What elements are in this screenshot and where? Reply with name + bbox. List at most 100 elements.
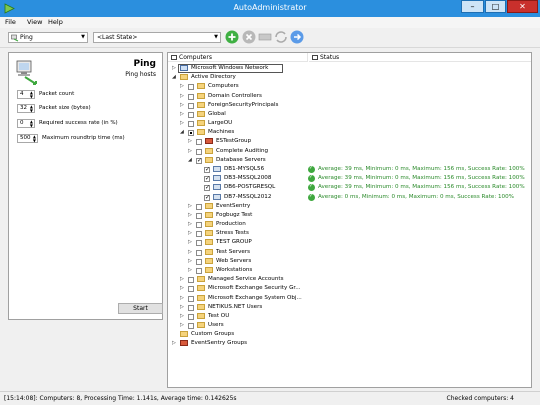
state-select[interactable]: <Last State> ▼ (93, 32, 221, 43)
expand-icon[interactable]: ▷ (180, 275, 186, 284)
tree-node[interactable]: ▷ Microsoft Exchange Security Gr... (168, 284, 531, 293)
tree-node[interactable]: ▷ Test Servers (168, 248, 531, 257)
node-checkbox[interactable] (188, 323, 194, 330)
tree-node[interactable]: ▷ ForeignSecurityPrincipals (168, 101, 531, 110)
node-checkbox[interactable] (188, 93, 194, 100)
properties-icon[interactable] (258, 30, 272, 44)
node-checkbox[interactable] (188, 111, 194, 118)
node-checkbox[interactable] (196, 249, 202, 256)
go-icon[interactable] (290, 30, 304, 44)
expand-icon[interactable]: ▷ (188, 202, 194, 211)
collapse-icon[interactable]: ◢ (188, 156, 194, 165)
tree-node[interactable]: ▷ EventSentry (168, 202, 531, 211)
expand-icon[interactable]: ▷ (188, 137, 194, 146)
tree-node[interactable]: ▷ Web Servers (168, 257, 531, 266)
action-select[interactable]: Ping ▼ (8, 32, 88, 43)
node-checkbox[interactable] (196, 212, 202, 219)
node-checkbox[interactable] (196, 139, 202, 146)
success-rate-input[interactable]: 0 ▲ ▼ (17, 119, 35, 128)
tree-node[interactable]: DB1-MYSQL56 Average: 39 ms, Minimum: 0 ms… (168, 164, 531, 174)
spin-arrows-icon[interactable]: ▲ ▼ (30, 91, 33, 99)
expand-icon[interactable]: ▷ (188, 229, 194, 238)
tree-node[interactable]: ▷ Production (168, 220, 531, 229)
tree-node[interactable]: ▷ LargeOU (168, 119, 531, 128)
node-checkbox[interactable] (188, 121, 194, 128)
spin-arrows-icon[interactable]: ▲ ▼ (33, 135, 36, 143)
node-checkbox[interactable] (196, 258, 202, 265)
node-checkbox[interactable] (196, 222, 202, 229)
node-checkbox[interactable] (188, 84, 194, 91)
tree-node[interactable]: Custom Groups (168, 330, 531, 339)
tree-node[interactable]: ▷ Workstations (168, 266, 531, 275)
expand-icon[interactable]: ▷ (180, 82, 186, 91)
tree-node[interactable]: DB6-POSTGRESQL Average: 39 ms, Minimum: 0… (168, 182, 531, 192)
tree-node[interactable]: ◢ Database Servers (168, 156, 531, 165)
expand-icon[interactable]: ▷ (180, 303, 186, 312)
collapse-icon[interactable]: ◢ (172, 73, 178, 82)
tree-node[interactable]: ▷ EventSentry Groups (168, 339, 531, 348)
node-checkbox[interactable] (196, 267, 202, 274)
menu-help[interactable]: Help (48, 18, 63, 26)
expand-icon[interactable]: ▷ (188, 266, 194, 275)
tree-node[interactable]: ▷ Microsoft Exchange System Obj... (168, 294, 531, 303)
expand-icon[interactable]: ▷ (180, 312, 186, 321)
node-checkbox[interactable] (196, 231, 202, 238)
tree-node[interactable]: ▷ Complete Auditing (168, 147, 531, 156)
node-checkbox[interactable] (204, 183, 210, 192)
expand-icon[interactable]: ▷ (180, 119, 186, 128)
tree-node[interactable]: ▷ Microsoft Windows Network (168, 64, 531, 73)
run-icon[interactable] (274, 30, 288, 44)
close-button[interactable]: ✕ (507, 0, 538, 13)
maximize-button[interactable]: □ (485, 0, 506, 13)
node-checkbox[interactable] (188, 295, 194, 302)
node-checkbox[interactable] (188, 304, 194, 311)
collapse-icon[interactable]: ◢ (180, 128, 186, 137)
tree-node[interactable]: ▷ ESTestGroup (168, 137, 531, 146)
packet-size-input[interactable]: 32 ▲ ▼ (17, 104, 35, 113)
tree-node[interactable]: ◢ Active Directory (168, 73, 531, 82)
remove-icon[interactable] (242, 30, 256, 44)
expand-icon[interactable]: ▷ (172, 339, 178, 348)
expand-icon[interactable]: ▷ (188, 238, 194, 247)
spin-arrows-icon[interactable]: ▲ ▼ (30, 105, 33, 113)
node-checkbox[interactable] (188, 313, 194, 320)
tree-node[interactable]: ▷ Computers (168, 82, 531, 91)
tree-node[interactable]: ▷ Managed Service Accounts (168, 275, 531, 284)
start-button[interactable]: Start (118, 303, 163, 314)
expand-icon[interactable]: ▷ (188, 248, 194, 257)
expand-icon[interactable]: ▷ (180, 110, 186, 119)
col-header-status[interactable]: Status (309, 53, 531, 62)
expand-icon[interactable]: ▷ (180, 284, 186, 293)
expand-icon[interactable]: ▷ (180, 101, 186, 110)
node-checkbox[interactable] (204, 193, 210, 202)
expand-icon[interactable]: ▷ (188, 147, 194, 156)
expand-icon[interactable]: ▷ (188, 220, 194, 229)
menu-view[interactable]: View (27, 18, 42, 26)
tree-node[interactable]: ▷ Users (168, 321, 531, 330)
expand-icon[interactable]: ▷ (180, 92, 186, 101)
node-checkbox[interactable] (188, 277, 194, 284)
tree-node[interactable]: DB7-MSSQL2012 Average: 0 ms, Minimum: 0 m… (168, 192, 531, 202)
col-header-computers[interactable]: Computers (168, 53, 308, 62)
menu-file[interactable]: File (5, 18, 16, 26)
spin-arrows-icon[interactable]: ▲ ▼ (30, 120, 33, 128)
tree-node[interactable]: ▷ Fogbugz Test (168, 211, 531, 220)
tree-node[interactable]: ▷ Domain Controllers (168, 92, 531, 101)
expand-icon[interactable]: ▷ (188, 257, 194, 266)
tree-node[interactable]: ▷ Global (168, 110, 531, 119)
node-checkbox[interactable] (196, 240, 202, 247)
tree-node[interactable]: DB3-MSSQL2008 Average: 39 ms, Minimum: 0 … (168, 173, 531, 183)
node-checkbox[interactable] (188, 102, 194, 109)
tree-node[interactable]: ▷ NETIKUS.NET Users (168, 303, 531, 312)
expand-icon[interactable]: ▷ (180, 321, 186, 330)
add-icon[interactable] (225, 30, 239, 44)
minimize-button[interactable]: – (461, 0, 484, 13)
node-checkbox[interactable] (196, 148, 202, 155)
tree-node[interactable]: ◢ Machines (168, 128, 531, 137)
node-checkbox[interactable] (204, 165, 210, 174)
expand-icon[interactable]: ▷ (188, 211, 194, 220)
expand-icon[interactable]: ▷ (180, 294, 186, 303)
node-checkbox[interactable] (188, 286, 194, 293)
node-checkbox[interactable] (188, 130, 194, 137)
packet-count-input[interactable]: 4 ▲ ▼ (17, 90, 35, 99)
